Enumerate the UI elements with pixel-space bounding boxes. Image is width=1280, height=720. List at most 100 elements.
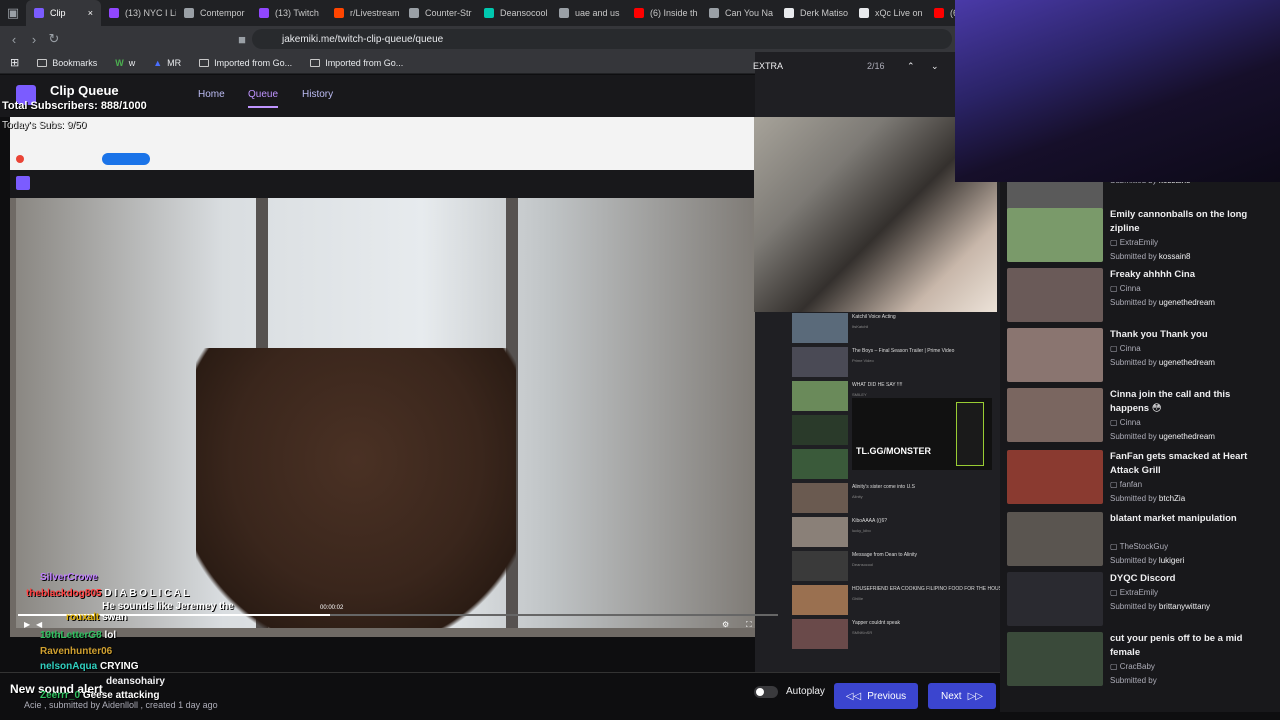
previous-button[interactable]: ◁◁ Previous — [834, 683, 918, 709]
queue-submitter: Submitted by ugenethedream — [1110, 358, 1215, 367]
browser-tab[interactable]: (6) Inside th — [626, 0, 701, 26]
nav-home[interactable]: Home — [198, 89, 225, 100]
browser-tab[interactable]: r/Livestream — [326, 0, 401, 26]
tab-search-icon[interactable]: ▣ — [0, 5, 26, 21]
queue-item[interactable]: Freaky ahhhh Cina ▢ Cinna Submitted by uge… — [1007, 268, 1277, 328]
tab-label: Can You Na — [725, 8, 774, 18]
mini-queue-item[interactable]: Alinity's sister come into U.S Alinity — [790, 482, 995, 514]
queue-submitter: Submitted by lukigeri — [1110, 556, 1185, 565]
mini-queue-channel: Ghillie — [852, 596, 864, 601]
browser-tab[interactable]: Contempor — [176, 0, 251, 26]
mini-queue-thumbnail — [792, 415, 848, 445]
video-timecode: 00:00:02 — [320, 605, 344, 611]
submitter-name: brittanywittany — [1158, 602, 1211, 611]
browser-tab[interactable]: Clip × — [26, 0, 101, 26]
mini-queue-thumbnail — [792, 517, 848, 547]
mini-queue-thumbnail — [792, 483, 848, 513]
tab-strip: Clip × (13) NYC I Li Contempor (13) Twitch r/… — [26, 0, 1001, 26]
channel-icon: ▢ — [1110, 418, 1120, 427]
video-player[interactable] — [10, 117, 755, 637]
mini-queue-thumbnail — [792, 313, 848, 343]
nav-queue[interactable]: Queue — [248, 89, 279, 108]
apps-grid-icon[interactable]: ⊞ — [10, 56, 19, 69]
queue-thumbnail — [1007, 268, 1103, 322]
mini-queue-item[interactable]: Yapper couldnt speak SMNKinSR — [790, 618, 995, 650]
chat-message: Ravenhunter06 — [40, 646, 112, 657]
mini-queue-title: WHAT DID HE SAY !!!! — [852, 382, 903, 388]
bookmark-imported-2[interactable]: Imported from Go... — [310, 58, 403, 68]
mini-queue-item[interactable]: Katchil Voice Acting ItsKatchil — [790, 312, 995, 344]
channel-icon: ▢ — [1110, 238, 1120, 247]
autoplay-label: Autoplay — [786, 686, 825, 697]
close-tab-icon[interactable]: × — [88, 8, 93, 18]
queue-channel: ▢ Cinna — [1110, 284, 1141, 293]
queue-item[interactable]: cut your penis off to be a mid female ▢ C… — [1007, 632, 1277, 692]
mini-queue-item[interactable]: KiboAAAA (((6? lucky_kibo — [790, 516, 995, 548]
browser-tab[interactable]: (13) NYC I Li — [101, 0, 176, 26]
tab-label: Contempor — [200, 8, 245, 18]
chat-text: Geese attacking — [82, 690, 160, 701]
queue-channel: ▢ Cinna — [1110, 344, 1141, 353]
back-icon[interactable]: ‹ — [4, 32, 24, 47]
nav-history[interactable]: History — [302, 89, 333, 100]
bookmark-bookmarks[interactable]: Bookmarks — [37, 58, 97, 68]
mini-queue-title: The Boys – Final Season Trailer | Prime … — [852, 348, 955, 354]
channel-icon: ▢ — [1110, 662, 1120, 671]
queue-channel: ▢ Cinna — [1110, 418, 1141, 427]
queue-item[interactable]: Cinna join the call and this happens 😳 ▢ … — [1007, 388, 1277, 448]
chat-username: 19thLetterG8 — [40, 630, 102, 641]
fullscreen-icon[interactable]: ⛶ — [746, 620, 752, 630]
tab-favicon-icon — [859, 8, 869, 18]
tab-favicon-icon — [259, 8, 269, 18]
queue-thumbnail — [1007, 572, 1103, 626]
browser-tab[interactable]: Derk Matiso — [776, 0, 851, 26]
browser-tab[interactable]: Can You Na — [701, 0, 776, 26]
tab-favicon-icon — [334, 8, 344, 18]
forward-icon[interactable]: › — [24, 32, 44, 47]
browser-tab[interactable]: xQc Live on — [851, 0, 926, 26]
tab-favicon-icon — [34, 8, 44, 18]
browser-tab[interactable]: uae and us — [551, 0, 626, 26]
mini-queue-item[interactable]: The Boys – Final Season Trailer | Prime … — [790, 346, 995, 378]
bookmark-mr[interactable]: ▲ MR — [153, 58, 181, 68]
bookmark-w[interactable]: Ww — [115, 58, 135, 68]
browser-tab[interactable]: (13) Twitch — [251, 0, 326, 26]
chevron-down-icon[interactable]: ⌄ — [931, 61, 939, 72]
video-inner-header — [10, 170, 755, 198]
tab-label: uae and us — [575, 8, 620, 18]
queue-channel-name: Cinna — [1119, 284, 1141, 293]
extra-label: EXTRA — [753, 61, 784, 71]
next-button[interactable]: Next ▷▷ — [928, 683, 996, 709]
queue-title: Thank you Thank you — [1110, 329, 1208, 340]
queue-item[interactable]: Emily cannonballs on the long zipline ▢ E… — [1007, 208, 1277, 268]
mini-queue-item[interactable]: HOUSEFRIEND ERA COOKING FILIPINO FOOD FO… — [790, 584, 1005, 616]
queue-channel-name: ExtraEmily — [1119, 238, 1159, 247]
tab-label: (13) NYC I Li — [125, 8, 176, 18]
chat-message: SilverCrowe — [40, 572, 98, 583]
app-title: Clip Queue — [50, 83, 119, 98]
chevron-up-icon[interactable]: ⌃ — [907, 61, 915, 72]
queue-title: Freaky ahhhh Cina — [1110, 269, 1195, 280]
mini-queue-title: Katchil Voice Acting — [852, 314, 896, 320]
mini-queue-item[interactable]: Message from Dean to Alinity Deansocool — [790, 550, 995, 582]
bookmark-star-icon[interactable]: ■ — [232, 32, 252, 47]
settings-gear-icon[interactable]: ⚙ — [722, 620, 729, 629]
play-icon[interactable]: ▶ — [24, 620, 30, 629]
queue-item[interactable]: DYQC Discord ▢ ExtraEmily Submitted by bri… — [1007, 572, 1277, 632]
address-input[interactable]: jakemiki.me/twitch-clip-queue/queue — [252, 29, 952, 49]
bookmark-imported-1[interactable]: Imported from Go... — [199, 58, 292, 68]
reload-icon[interactable]: ↻ — [44, 31, 64, 47]
mini-queue-channel: ItsKatchil — [852, 324, 869, 329]
chat-username: nelsonAqua — [40, 661, 98, 672]
mini-queue-channel: SMNKinSR — [852, 630, 873, 635]
browser-tab[interactable]: Counter-Str — [401, 0, 476, 26]
chat-message: rouxalt He sounds like Jeremey the swan — [66, 601, 242, 623]
submitter-name: ugenethedream — [1158, 358, 1215, 367]
queue-thumbnail — [1007, 388, 1103, 442]
volume-icon[interactable]: ◀ — [36, 620, 42, 629]
queue-item[interactable]: FanFan gets smacked at Heart Attack Gril… — [1007, 450, 1277, 510]
mini-queue-channel: lucky_kibo — [852, 528, 871, 533]
queue-item[interactable]: blatant market manipulation ▢ TheStockGuy… — [1007, 512, 1277, 572]
browser-tab[interactable]: Deansocool — [476, 0, 551, 26]
queue-item[interactable]: Thank you Thank you ▢ Cinna Submitted by u… — [1007, 328, 1277, 388]
